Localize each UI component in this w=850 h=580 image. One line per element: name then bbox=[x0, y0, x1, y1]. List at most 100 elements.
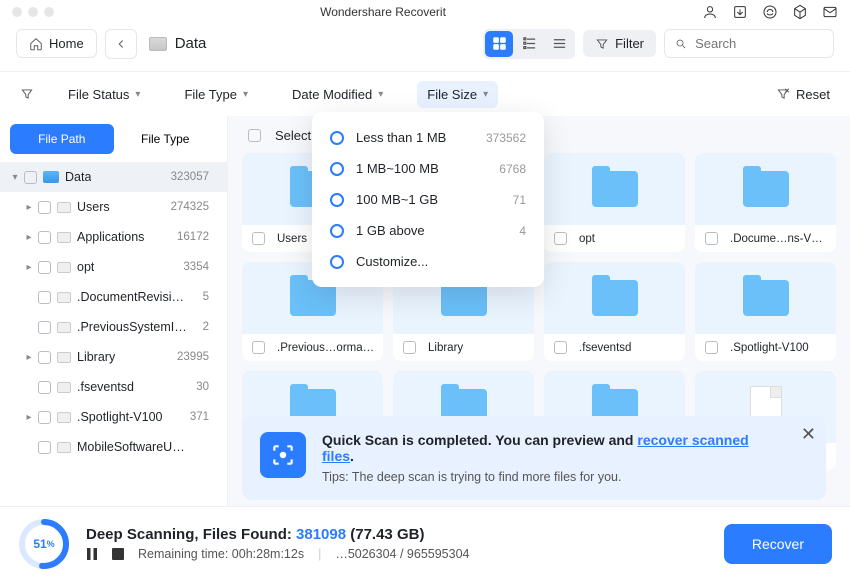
tile-label: Library bbox=[428, 342, 463, 354]
view-list-button[interactable] bbox=[545, 31, 573, 57]
tree-label: opt bbox=[77, 260, 94, 274]
grid-tile[interactable]: .Spotlight-V100 bbox=[695, 262, 836, 361]
sidebar-tabs: File Path File Type bbox=[0, 116, 227, 160]
checkbox[interactable] bbox=[252, 232, 265, 245]
checkbox[interactable] bbox=[38, 261, 51, 274]
pause-button[interactable] bbox=[86, 548, 98, 560]
file-size-chip[interactable]: File Size bbox=[417, 81, 498, 108]
date-modified-chip[interactable]: Date Modified bbox=[282, 81, 393, 108]
option-count: 4 bbox=[519, 224, 526, 238]
file-type-chip[interactable]: File Type bbox=[174, 81, 258, 108]
stop-button[interactable] bbox=[112, 548, 124, 560]
tree-label: Data bbox=[65, 170, 91, 184]
tree-row[interactable]: .PreviousSystemInfor…2 bbox=[0, 312, 227, 342]
home-label: Home bbox=[49, 36, 84, 51]
grid-tile[interactable]: .Docume…ns-V100 bbox=[695, 153, 836, 252]
drive-icon bbox=[149, 37, 167, 51]
mail-icon[interactable] bbox=[822, 4, 838, 20]
tab-file-type[interactable]: File Type bbox=[114, 124, 218, 154]
checkbox[interactable] bbox=[38, 321, 51, 334]
radio-icon bbox=[330, 193, 344, 207]
checkbox[interactable] bbox=[705, 232, 718, 245]
checkbox[interactable] bbox=[554, 341, 567, 354]
location-breadcrumb[interactable]: Data bbox=[149, 35, 207, 52]
folder-icon bbox=[743, 171, 789, 207]
option-label: 1 MB~100 MB bbox=[356, 161, 439, 176]
folder-icon bbox=[57, 202, 71, 213]
scan-status-title: Deep Scanning, Files Found: 381098 (77.4… bbox=[86, 526, 708, 543]
size-option[interactable]: 100 MB~1 GB71 bbox=[312, 184, 544, 215]
option-label: 1 GB above bbox=[356, 223, 425, 238]
tile-label: opt bbox=[579, 233, 595, 245]
tree-row[interactable]: ▸opt3354 bbox=[0, 252, 227, 282]
tile-label: .Spotlight-V100 bbox=[730, 342, 809, 354]
tile-thumb bbox=[695, 153, 836, 225]
checkbox[interactable] bbox=[38, 411, 51, 424]
tab-file-path[interactable]: File Path bbox=[10, 124, 114, 154]
checkbox[interactable] bbox=[38, 231, 51, 244]
file-status-chip[interactable]: File Status bbox=[58, 81, 150, 108]
checkbox[interactable] bbox=[705, 341, 718, 354]
export-icon[interactable] bbox=[732, 4, 748, 20]
tree-row[interactable]: .fseventsd30 bbox=[0, 372, 227, 402]
tree-row[interactable]: .DocumentRevisions-…5 bbox=[0, 282, 227, 312]
select-all-checkbox[interactable] bbox=[248, 129, 261, 142]
checkbox[interactable] bbox=[38, 351, 51, 364]
app-title: Wondershare Recoverit bbox=[64, 5, 702, 19]
tile-thumb bbox=[695, 262, 836, 334]
scan-complete-toast: Quick Scan is completed. You can preview… bbox=[242, 416, 826, 500]
search-input[interactable] bbox=[695, 36, 823, 51]
user-icon[interactable] bbox=[702, 4, 718, 20]
tile-label: .Previous…ormation bbox=[277, 342, 375, 354]
tree-label: Applications bbox=[77, 230, 144, 244]
search-box[interactable] bbox=[664, 29, 834, 58]
drive-icon bbox=[43, 171, 59, 183]
caret-icon: ▸ bbox=[22, 202, 36, 213]
tile-label: Users bbox=[277, 233, 307, 245]
folder-icon bbox=[592, 171, 638, 207]
size-option[interactable]: 1 MB~100 MB6768 bbox=[312, 153, 544, 184]
tree-row[interactable]: ▸Users274325 bbox=[0, 192, 227, 222]
size-option[interactable]: Customize... bbox=[312, 246, 544, 277]
cube-icon[interactable] bbox=[792, 4, 808, 20]
tree-row[interactable]: ▸Applications16172 bbox=[0, 222, 227, 252]
window-controls[interactable] bbox=[12, 7, 54, 17]
folder-icon bbox=[57, 352, 71, 363]
folder-icon bbox=[57, 412, 71, 423]
checkbox[interactable] bbox=[38, 201, 51, 214]
checkbox[interactable] bbox=[38, 291, 51, 304]
checkbox[interactable] bbox=[403, 341, 416, 354]
filter-label: Filter bbox=[615, 36, 644, 51]
tree-row[interactable]: ▾Data323057 bbox=[0, 162, 227, 192]
tree-row[interactable]: ▸.Spotlight-V100371 bbox=[0, 402, 227, 432]
reset-icon bbox=[776, 87, 790, 101]
grid-tile[interactable]: opt bbox=[544, 153, 685, 252]
back-button[interactable] bbox=[105, 29, 137, 59]
checkbox[interactable] bbox=[38, 381, 51, 394]
tree-row[interactable]: MobileSoftwareUpdate bbox=[0, 432, 227, 462]
toast-tip: Tips: The deep scan is trying to find mo… bbox=[322, 470, 776, 484]
folder-icon bbox=[592, 280, 638, 316]
checkbox[interactable] bbox=[24, 171, 37, 184]
recover-button[interactable]: Recover bbox=[724, 524, 832, 564]
size-option[interactable]: 1 GB above 4 bbox=[312, 215, 544, 246]
grid-tile[interactable]: .fseventsd bbox=[544, 262, 685, 361]
size-option[interactable]: Less than 1 MB373562 bbox=[312, 122, 544, 153]
folder-icon bbox=[57, 382, 71, 393]
view-switch bbox=[483, 29, 575, 59]
tree-row[interactable]: ▸Library23995 bbox=[0, 342, 227, 372]
tree-label: .PreviousSystemInfor… bbox=[77, 320, 187, 334]
support-icon[interactable] bbox=[762, 4, 778, 20]
view-detail-button[interactable] bbox=[515, 31, 543, 57]
checkbox[interactable] bbox=[554, 232, 567, 245]
close-icon[interactable]: ✕ bbox=[801, 424, 816, 445]
tile-thumb bbox=[544, 262, 685, 334]
checkbox[interactable] bbox=[252, 341, 265, 354]
filter-button[interactable]: Filter bbox=[583, 30, 656, 57]
folder-icon bbox=[57, 292, 71, 303]
home-button[interactable]: Home bbox=[16, 29, 97, 58]
tree-count: 5 bbox=[203, 291, 219, 303]
view-grid-button[interactable] bbox=[485, 31, 513, 57]
checkbox[interactable] bbox=[38, 441, 51, 454]
reset-button[interactable]: Reset bbox=[776, 87, 830, 102]
